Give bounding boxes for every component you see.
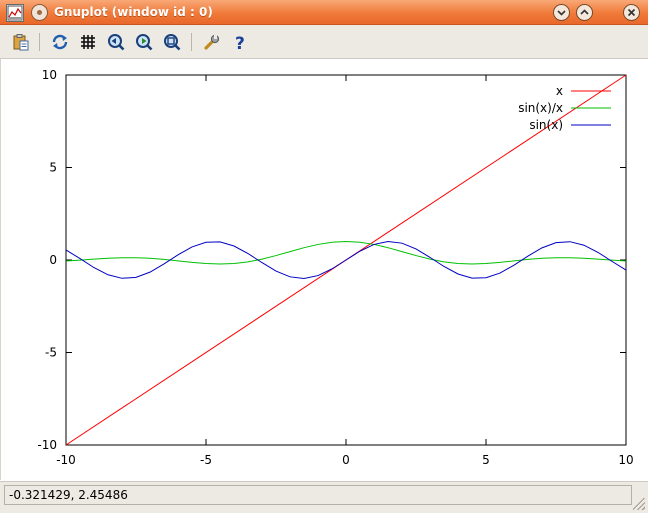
window-menu-button[interactable] — [31, 4, 48, 21]
minimize-button[interactable] — [553, 4, 570, 21]
toolbar-separator — [39, 33, 40, 51]
y-tick-label: -10 — [37, 438, 57, 452]
autoscale-button[interactable] — [162, 32, 182, 52]
zoom-next-icon — [136, 34, 153, 51]
window-title: Gnuplot (window id : 0) — [54, 5, 213, 19]
title-bar[interactable]: Gnuplot (window id : 0) — [0, 0, 648, 25]
x-tick-label: 10 — [618, 453, 633, 467]
gnuplot-app-icon — [6, 4, 24, 22]
toolbar: ? — [0, 25, 648, 59]
y-tick-label: -5 — [45, 346, 57, 360]
y-tick-label: 0 — [49, 253, 57, 267]
legend-label: sin(x) — [529, 118, 563, 132]
zoom-prev-icon — [108, 34, 125, 51]
refresh-icon — [52, 34, 68, 50]
close-button[interactable] — [623, 4, 640, 21]
grid-button[interactable] — [78, 32, 98, 52]
plot-area[interactable]: -10 -5 0 5 10 10 5 0 -5 -10 x sin(x)/x sin(x) — [0, 59, 648, 480]
help-icon: ? — [235, 34, 245, 51]
gnuplot-window: Gnuplot (window id : 0) ? -10 -5 0 5 10 … — [0, 0, 648, 513]
mouse-coordinates: -0.321429, 2.45486 — [4, 485, 632, 505]
copy-clipboard-button[interactable] — [11, 32, 31, 52]
wrench-icon — [204, 34, 220, 50]
x-tick-label: -10 — [56, 453, 76, 467]
status-bar: -0.321429, 2.45486 — [0, 481, 648, 513]
previous-zoom-button[interactable] — [106, 32, 126, 52]
legend-label: sin(x)/x — [518, 101, 563, 115]
x-tick-label: 5 — [482, 453, 490, 467]
series-line-3 — [65, 241, 627, 279]
x-tick-label: -5 — [200, 453, 212, 467]
maximize-button[interactable] — [576, 4, 593, 21]
series-line-2 — [65, 240, 627, 265]
toolbar-separator — [191, 33, 192, 51]
replot-button[interactable] — [50, 32, 70, 52]
x-tick-label: 0 — [342, 453, 350, 467]
y-tick-label: 10 — [42, 68, 57, 82]
resize-grip[interactable] — [633, 498, 645, 510]
grid-icon — [81, 35, 95, 49]
svg-text:?: ? — [235, 34, 245, 51]
close-icon — [627, 8, 636, 17]
chevron-up-icon — [580, 9, 589, 15]
chevron-down-icon — [557, 10, 566, 16]
legend-label: x — [556, 84, 563, 98]
clipboard-icon — [13, 34, 29, 51]
y-tick-label: 5 — [49, 161, 57, 175]
autoscale-icon — [164, 34, 181, 51]
help-button[interactable]: ? — [230, 32, 250, 52]
plot-canvas[interactable]: -10 -5 0 5 10 10 5 0 -5 -10 x sin(x)/x sin(x) — [1, 59, 648, 480]
next-zoom-button[interactable] — [134, 32, 154, 52]
options-button[interactable] — [202, 32, 222, 52]
